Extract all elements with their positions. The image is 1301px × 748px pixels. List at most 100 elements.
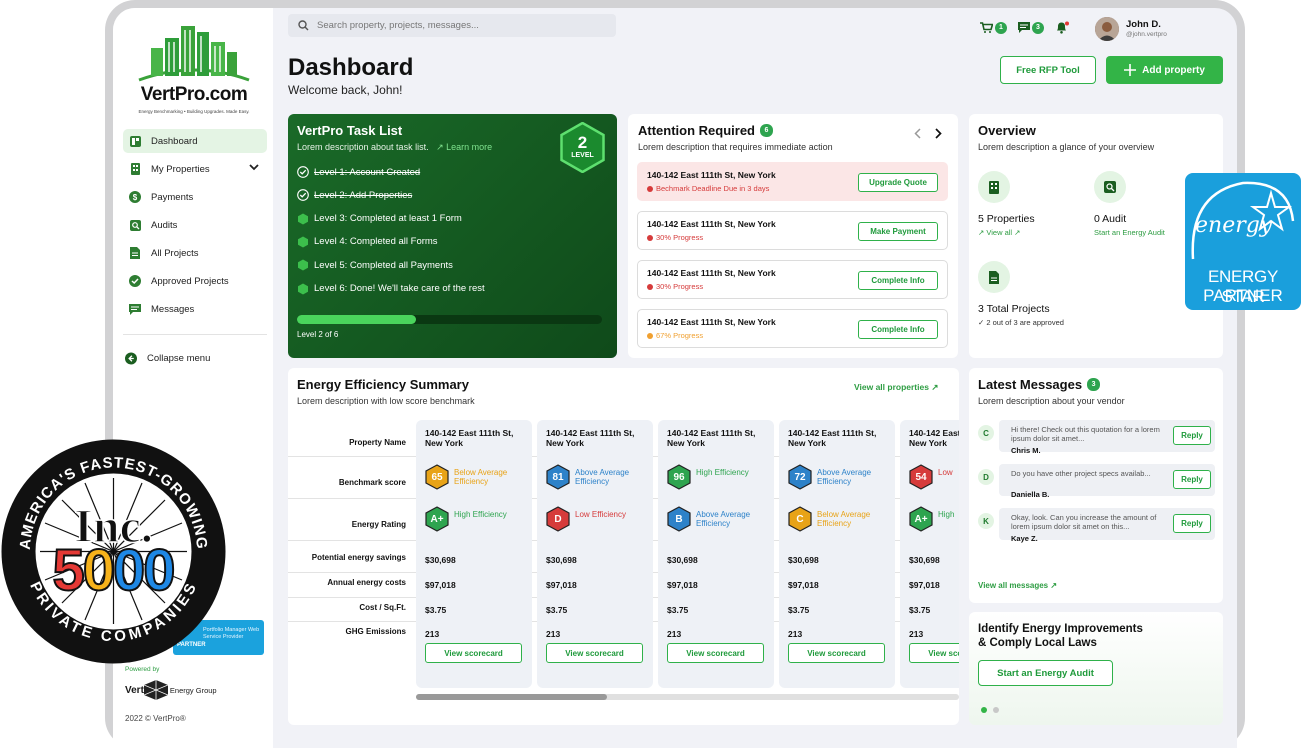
projects-approved-text: 2 out of 3 are approved [986, 318, 1064, 327]
check-hexagon-icon [297, 189, 309, 202]
next-arrow-icon[interactable] [933, 126, 943, 144]
reply-button[interactable]: Reply [1173, 426, 1211, 445]
notifications-button[interactable] [1055, 21, 1069, 34]
messages-count-badge: 3 [1087, 378, 1101, 391]
property-name: 140-142 East 111th St, New York [788, 428, 877, 448]
messages-title-text: Latest Messages [978, 377, 1083, 392]
view-all-messages-link[interactable]: View all messages ↗ [978, 581, 1057, 590]
carousel-dot-active[interactable] [981, 707, 987, 713]
sidebar-item-label: Dashboard [151, 135, 198, 147]
benchmark-score: 81 [552, 471, 564, 483]
energy-rating-text: Below Average Efficiency [817, 510, 871, 528]
row-label: Potential energy savings [311, 553, 406, 562]
energy-efficiency-card: Energy Efficiency Summary Lorem descript… [288, 368, 959, 725]
learn-more-link[interactable]: ↗ Learn more [431, 142, 492, 152]
overview-title: Overview [978, 123, 1036, 138]
potential-savings: $30,698 [425, 555, 456, 565]
dashboard-icon [129, 135, 141, 147]
audit-icon [1094, 171, 1126, 203]
attention-action-button[interactable]: Make Payment [858, 222, 938, 241]
sidebar-item-dashboard[interactable]: Dashboard [123, 129, 267, 153]
benchmark-score-text: Above Average Efficiency [817, 468, 872, 486]
dollar-icon: $ [129, 191, 141, 203]
sidebar-item-label: All Projects [151, 247, 199, 259]
vertpro-logo[interactable]: VertPro.com Energy Benchmarking • Buildi… [131, 22, 257, 122]
status-dot [647, 185, 653, 192]
avatar[interactable] [1095, 17, 1119, 41]
energy-rating-text: Low Efficiency [575, 510, 626, 519]
property-column: 140-142 East 111th St, New York 65 Below A… [416, 420, 532, 688]
task-level-item: Level 4: Completed all Forms [297, 234, 438, 250]
chevron-down-icon[interactable] [249, 162, 259, 175]
message-avatar: D [978, 469, 994, 485]
check-hexagon-icon [297, 166, 309, 178]
sidebar-item-label: Audits [151, 219, 178, 231]
svg-text:$: $ [133, 193, 138, 202]
view-all-properties-link[interactable]: ↗ View all ↗ [978, 228, 1020, 237]
reply-button[interactable]: Reply [1173, 470, 1211, 489]
sidebar-item-messages[interactable]: Messages [123, 297, 267, 321]
view-all-properties-link[interactable]: View all properties ↗ [854, 382, 938, 393]
sidebar-item-audits[interactable]: Audits [123, 213, 267, 237]
view-scorecard-button[interactable]: View scorecard [667, 643, 764, 663]
sidebar-item-label: Messages [151, 303, 195, 315]
attention-title-text: Attention Required [638, 123, 755, 138]
latest-messages-card: Latest Messages 3 Lorem description abou… [969, 368, 1223, 603]
page-title: Dashboard [288, 54, 414, 81]
vert-energy-group-logo: Vert Energy Group [125, 680, 217, 700]
view-scorecard-button[interactable]: View scorecard [788, 643, 885, 663]
search-input[interactable]: Search property, projects, messages... [288, 14, 616, 37]
attention-status-text: Bechmark Deadline Due in 3 days [656, 184, 770, 193]
reply-button[interactable]: Reply [1173, 514, 1211, 533]
task-level-item: Level 2: Add Properties [297, 187, 412, 203]
view-scorecard-button[interactable]: View scorecard [546, 643, 643, 663]
horizontal-scrollbar[interactable] [416, 694, 959, 700]
attention-action-button[interactable]: Complete Info [858, 320, 938, 339]
potential-savings: $30,698 [788, 555, 819, 565]
collapse-menu-button[interactable]: Collapse menu [119, 346, 263, 370]
message-icon [1018, 22, 1030, 33]
user-handle: @john.vertpro [1126, 31, 1167, 38]
sidebar-item-payments[interactable]: $ Payments [123, 185, 267, 209]
view-scorecard-button[interactable]: View scorecard [909, 643, 959, 663]
sidebar-item-approved-projects[interactable]: Approved Projects [123, 269, 267, 293]
messages-button[interactable]: 3 [1018, 21, 1044, 34]
cart-button[interactable]: 1 [980, 21, 1007, 34]
message-sender: Daniella B. [1011, 490, 1050, 499]
benchmark-score: 54 [915, 471, 927, 483]
prev-arrow-icon[interactable] [913, 126, 923, 144]
sidebar-item-all-projects[interactable]: All Projects [123, 241, 267, 265]
energy-group-left: Vert [125, 684, 144, 696]
benchmark-score-text: High Efficiency [696, 468, 749, 477]
overview-desc: Lorem description a glance of your overv… [978, 142, 1155, 152]
attention-status-text: 67% Progress [656, 331, 704, 340]
annual-costs: $97,018 [425, 580, 456, 590]
attention-action-button[interactable]: Complete Info [858, 271, 938, 290]
user-name[interactable]: John D. [1126, 19, 1161, 30]
attention-row: 140-142 East 111th St, New York 67% Progr… [637, 309, 948, 348]
start-energy-audit-link[interactable]: Start an Energy Audit [1094, 228, 1165, 237]
carousel-dot[interactable] [993, 707, 999, 713]
view-scorecard-button[interactable]: View scorecard [425, 643, 522, 663]
attention-desc: Lorem description that requires immediat… [638, 142, 833, 152]
sidebar-item-my-properties[interactable]: My Properties [123, 157, 267, 181]
brand-name: VertPro.com [140, 84, 248, 105]
add-property-button[interactable]: Add property [1106, 56, 1223, 84]
attention-status: 67% Progress [647, 331, 703, 340]
message-item[interactable]: Do you have other project specs availab.… [999, 464, 1215, 499]
learn-more-label: Learn more [446, 142, 493, 152]
benchmark-score: 96 [673, 471, 685, 483]
cost-per-sqft: $3.75 [909, 605, 931, 615]
task-level-label: Level 1: Account Created [314, 166, 421, 178]
attention-action-button[interactable]: Upgrade Quote [858, 173, 938, 192]
efficiency-title: Energy Efficiency Summary [297, 377, 469, 392]
app-screen: VertPro.com Energy Benchmarking • Buildi… [113, 8, 1237, 748]
free-rfp-tool-button[interactable]: Free RFP Tool [1000, 56, 1096, 84]
attention-status: Bechmark Deadline Due in 3 days [647, 184, 769, 193]
start-energy-audit-button[interactable]: Start an Energy Audit [978, 660, 1113, 686]
level-badge: 2 LEVEL [560, 121, 605, 174]
scrollbar-thumb[interactable] [416, 694, 607, 700]
message-item[interactable]: Hi there! Check out this quotation for a… [999, 420, 1215, 455]
row-label: Cost / Sq.Ft. [359, 603, 406, 612]
message-item[interactable]: Okay, look. Can you increase the amount … [999, 508, 1215, 543]
